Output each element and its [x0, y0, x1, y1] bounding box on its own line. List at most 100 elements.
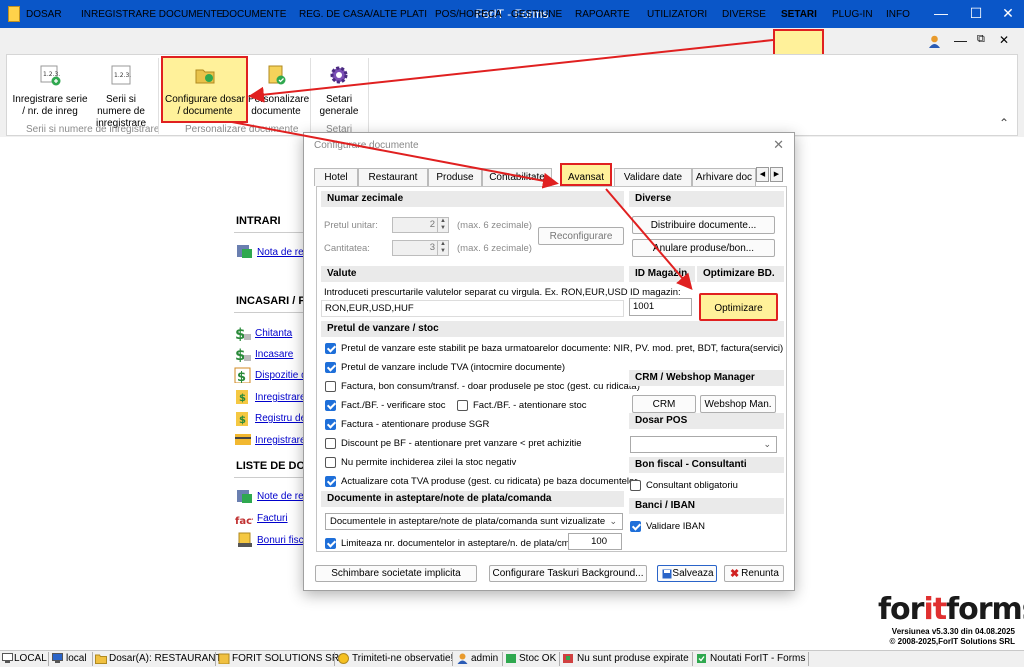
valute-instructions: Introduceti prescurtarile valutelor sepa… — [324, 287, 628, 298]
documente-asteptare-select[interactable]: Documentele in asteptare/note de plata/c… — [325, 513, 623, 530]
renunta-button[interactable]: ✖ Renunta — [724, 565, 784, 582]
webshop-button[interactable]: Webshop Man. — [700, 395, 776, 413]
tab-arhivare[interactable]: Arhivare doc — [692, 168, 756, 186]
user-icon[interactable] — [928, 35, 941, 49]
dialog-title: Configurare documente — [314, 140, 419, 151]
app-close-button[interactable]: ✕ — [999, 33, 1009, 47]
validare-iban-checkbox[interactable] — [630, 521, 641, 532]
payment-order-icon: $ — [234, 367, 251, 383]
dosar-pos-select[interactable]: ⌄ — [630, 436, 777, 453]
atentionare-stoc-label: Fact./BF. - atentionare stoc — [473, 400, 587, 411]
tab-hotel[interactable]: Hotel — [314, 168, 358, 186]
link-inregistrare-2[interactable]: Inregistrare — [255, 435, 306, 446]
link-chitanta[interactable]: Chitanta — [255, 328, 292, 339]
cash-register-icon: $ — [236, 412, 248, 426]
tab-scroll-left-button[interactable]: ◀ — [756, 167, 769, 182]
numbering-icon: 1.2.3. — [111, 65, 131, 85]
numbering-add-icon: 1.2.3. — [40, 65, 61, 86]
link-registru[interactable]: Registru de — [255, 413, 306, 424]
tab-avansat[interactable]: Avansat — [560, 163, 612, 186]
optimizare-button[interactable]: Optimizare — [699, 293, 778, 321]
cantitatea-stepper[interactable]: 3 ▲ ▼ — [392, 240, 449, 256]
ribbon-serii-numere-button[interactable]: 1.2.3. Serii si numere de inregistrare — [88, 64, 154, 130]
gear-icon — [330, 66, 348, 84]
ribbon-configurare-dosar-button[interactable]: Configurare dosar / documente — [164, 64, 246, 118]
stoc-negativ-checkbox[interactable] — [325, 457, 336, 468]
atentionare-stoc-checkbox[interactable] — [457, 400, 468, 411]
chevron-down-icon: ⌄ — [763, 439, 771, 449]
schimbare-societate-button[interactable]: Schimbare societate implicita — [315, 565, 477, 582]
link-incasare[interactable]: Incasare — [255, 349, 293, 360]
factura-stoc-checkbox[interactable] — [325, 381, 336, 392]
pret-unitar-stepper[interactable]: 2 ▲ ▼ — [392, 217, 449, 233]
crm-button[interactable]: CRM — [632, 395, 696, 413]
menu-documente[interactable]: DOCUMENTE — [222, 9, 286, 20]
ribbon-collapse-button[interactable]: ⌃ — [999, 116, 1009, 130]
status-expirate: Nu sunt produse expirate — [577, 653, 689, 664]
link-inregistrare[interactable]: Inregistrare — [255, 392, 306, 403]
link-note-receptie[interactable]: Note de rec — [257, 491, 309, 502]
limit-input[interactable]: 100 — [568, 533, 622, 550]
menu-info[interactable]: INFO — [886, 9, 910, 20]
status-noutati[interactable]: Noutati ForIT - Forms — [710, 653, 805, 664]
pret-unitar-hint: (max. 6 zecimale) — [457, 220, 532, 231]
window-maximize-button[interactable]: ☐ — [966, 5, 986, 22]
app-minimize-button[interactable]: — — [954, 33, 967, 48]
documente-asteptare-header: Documente in asteptare/note de plata/com… — [321, 491, 624, 507]
link-bonuri-fiscale[interactable]: Bonuri fisca — [257, 535, 309, 546]
discount-checkbox[interactable] — [325, 438, 336, 449]
salveaza-button[interactable]: Salveaza — [657, 565, 717, 582]
reconfigurare-button[interactable]: Reconfigurare — [538, 227, 624, 245]
section-divider — [234, 477, 314, 478]
window-close-button[interactable]: ✕ — [998, 5, 1018, 22]
menu-gestiune[interactable]: GESTIUNE — [511, 9, 562, 20]
menu-reg-casa[interactable]: REG. DE CASA/ALTE PLATI — [299, 9, 427, 20]
cota-tva-checkbox[interactable] — [325, 476, 336, 487]
link-facturi[interactable]: Facturi — [257, 513, 288, 524]
sgr-label: Factura - atentionare produse SGR — [341, 419, 490, 430]
tab-produse[interactable]: Produse — [428, 168, 482, 186]
menu-setari[interactable]: SETARI — [781, 9, 817, 20]
pret-tva-checkbox[interactable] — [325, 362, 336, 373]
window-minimize-button[interactable]: — — [931, 5, 951, 21]
distribuire-documente-button[interactable]: Distribuire documente... — [632, 216, 775, 234]
menu-inregistrare-documente[interactable]: INREGISTRARE DOCUMENTE — [81, 9, 223, 20]
status-dosar: Dosar(A): RESTAURANT — [109, 653, 222, 664]
valute-input[interactable]: RON,EUR,USD,HUF — [321, 300, 624, 317]
status-user: admin — [471, 653, 499, 664]
avansat-panel: Numar zecimale Pretul unitar: 2 ▲ ▼ (max. … — [316, 186, 787, 552]
limit-checkbox[interactable] — [325, 538, 336, 549]
svg-text:fact: fact — [235, 516, 253, 526]
tab-validare-date[interactable]: Validare date — [614, 168, 692, 186]
anulare-produse-button[interactable]: Anulare produse/bon... — [632, 239, 775, 257]
menu-diverse[interactable]: DIVERSE — [722, 9, 766, 20]
sgr-checkbox[interactable] — [325, 419, 336, 430]
menu-plug-in[interactable]: PLUG-IN — [832, 9, 873, 20]
id-magazin-input[interactable]: 1001 — [629, 298, 692, 316]
menu-dosar[interactable]: DOSAR — [26, 9, 62, 20]
tab-contabilitate[interactable]: Contabilitate — [482, 168, 552, 186]
tab-scroll-right-button[interactable]: ▶ — [770, 167, 783, 182]
status-feedback[interactable]: Trimiteti-ne observatie! — [352, 653, 453, 664]
ribbon-inregistrare-serie-button[interactable]: 1.2.3. Inregistrare serie / nr. de inreg — [12, 64, 88, 118]
pret-documente-checkbox[interactable] — [325, 343, 336, 354]
monitor-icon — [52, 653, 63, 663]
receipt-note-icon — [237, 245, 252, 258]
ribbon-setari-generale-button[interactable]: Setari generale — [314, 64, 364, 118]
verificare-stoc-checkbox[interactable] — [325, 400, 336, 411]
ribbon-separator — [158, 58, 159, 134]
dialog-close-button[interactable]: ✕ — [773, 137, 784, 153]
ribbon-personalizare-button[interactable]: Personalizare documente — [248, 64, 309, 118]
status-company: FORIT SOLUTIONS SRL — [232, 653, 345, 664]
pret-unitar-label: Pretul unitar: — [324, 220, 378, 231]
section-divider — [234, 232, 314, 233]
tab-restaurant[interactable]: Restaurant — [358, 168, 428, 186]
link-nota-receptie[interactable]: Nota de rec — [257, 247, 309, 258]
factura-stoc-label: Factura, bon consum/transf. - doar produ… — [341, 381, 640, 392]
consultant-checkbox[interactable] — [630, 480, 641, 491]
menu-pos-horeca[interactable]: POS/HORECA — [435, 9, 502, 20]
menu-rapoarte[interactable]: RAPOARTE — [575, 9, 630, 20]
menu-utilizatori[interactable]: UTILIZATORI — [647, 9, 707, 20]
app-restore-button[interactable]: ⧉ — [977, 33, 985, 46]
configurare-taskuri-button[interactable]: Configurare Taskuri Background... — [489, 565, 647, 582]
